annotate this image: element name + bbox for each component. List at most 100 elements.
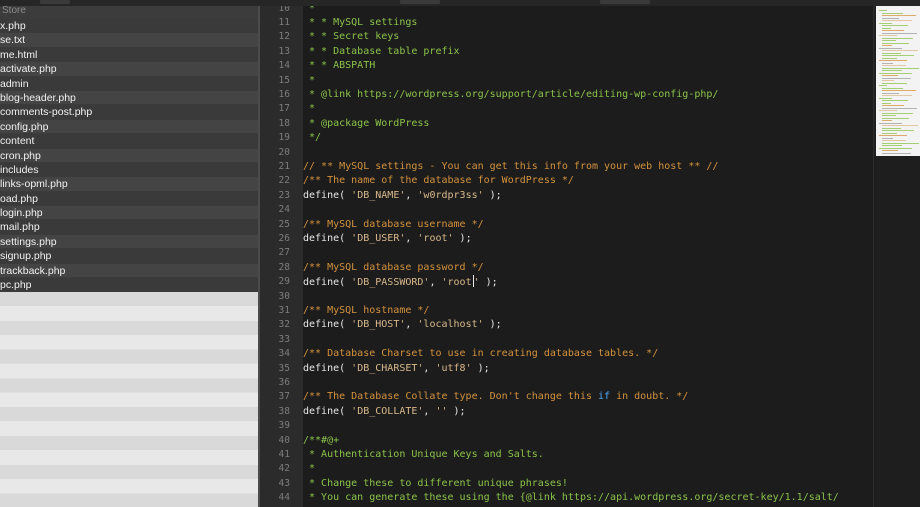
minimap[interactable] xyxy=(873,0,920,507)
code-token: ); xyxy=(471,362,490,374)
line-number: 34 xyxy=(278,348,290,360)
code-line[interactable]: * xyxy=(303,74,315,88)
file-item[interactable]: activate.php xyxy=(0,62,258,77)
file-item[interactable]: login.php xyxy=(0,206,258,221)
file-item[interactable]: comments-post.php xyxy=(0,105,258,120)
line-number: 43 xyxy=(278,477,290,489)
code-line[interactable]: define( 'DB_USER', 'root' ); xyxy=(303,232,472,246)
line-number: 24 xyxy=(278,204,290,216)
code-line[interactable]: * @link https://wordpress.org/support/ar… xyxy=(303,88,718,102)
file-item[interactable]: content xyxy=(0,134,258,149)
tab-indicator[interactable] xyxy=(40,0,70,4)
code-line[interactable]: /** MySQL hostname */ xyxy=(303,304,429,318)
code-line[interactable]: /**#@+ xyxy=(303,434,339,448)
file-item[interactable]: x.php xyxy=(0,19,258,34)
code-token: * * MySQL settings xyxy=(303,16,418,28)
file-item[interactable]: mail.php xyxy=(0,220,258,235)
code-line[interactable]: * * Secret keys xyxy=(303,30,399,44)
file-item[interactable]: me.html xyxy=(0,47,258,63)
minimap-line xyxy=(882,140,906,141)
code-token: /** MySQL database password */ xyxy=(303,261,484,273)
code-token: * You can generate these using the {@lin… xyxy=(303,492,839,504)
code-token: , xyxy=(405,319,418,331)
minimap-line xyxy=(879,35,897,36)
minimap-line xyxy=(882,132,897,134)
minimap-line xyxy=(882,25,908,26)
minimap-line xyxy=(882,105,904,106)
minimap-line xyxy=(882,130,914,131)
code-token: 'DB_HOST' xyxy=(351,319,406,331)
line-number: 29 xyxy=(278,276,290,288)
line-number: 12 xyxy=(278,31,290,43)
code-line[interactable]: define( 'DB_NAME', 'w0rdpr3ss' ); xyxy=(303,189,502,203)
minimap-line xyxy=(882,42,909,44)
code-line[interactable]: /** The Database Collate type. Don't cha… xyxy=(303,390,688,404)
tab-bar xyxy=(0,0,920,6)
code-line[interactable]: define( 'DB_PASSWORD', 'root ' ); xyxy=(303,275,498,289)
code-line[interactable]: // ** MySQL settings - You can get this … xyxy=(303,160,718,174)
code-line[interactable]: /** MySQL database password */ xyxy=(303,261,484,275)
code-editor[interactable]: * * * MySQL settings * * Secret keys * *… xyxy=(303,0,873,507)
line-number: 44 xyxy=(278,492,290,504)
code-line[interactable]: * xyxy=(303,462,315,476)
code-line[interactable]: * xyxy=(303,102,315,116)
line-number: 31 xyxy=(278,304,290,316)
code-token: /** MySQL database username */ xyxy=(303,218,484,230)
file-item[interactable]: signup.php xyxy=(0,249,258,264)
file-item[interactable]: oad.php xyxy=(0,191,258,207)
file-item[interactable]: admin xyxy=(0,76,258,91)
file-item[interactable]: includes xyxy=(0,162,258,178)
code-line[interactable]: * * ABSPATH xyxy=(303,59,375,73)
line-number: 36 xyxy=(278,376,290,388)
code-line[interactable]: * * Database table prefix xyxy=(303,45,460,59)
line-number: 32 xyxy=(278,319,290,331)
code-token: in doubt. */ xyxy=(610,391,689,403)
minimap-line xyxy=(882,125,918,126)
file-item[interactable]: se.txt xyxy=(0,33,258,48)
line-number: 26 xyxy=(278,232,290,244)
code-token: , xyxy=(405,232,418,244)
file-item[interactable]: config.php xyxy=(0,119,258,135)
line-number: 16 xyxy=(278,88,290,100)
file-item[interactable]: blog-header.php xyxy=(0,90,258,106)
minimap-line xyxy=(879,60,907,61)
line-number: 19 xyxy=(278,132,290,144)
minimap-line xyxy=(882,32,917,34)
code-line[interactable]: * You can generate these using the {@lin… xyxy=(303,491,839,505)
code-token: * Change these to different unique phras… xyxy=(303,477,568,489)
file-item[interactable]: trackback.php xyxy=(0,263,258,279)
minimap-line xyxy=(879,72,912,74)
code-token: ); xyxy=(447,405,466,417)
code-line[interactable]: /** Database Charset to use in creating … xyxy=(303,347,658,361)
line-number: 38 xyxy=(278,405,290,417)
code-line[interactable]: * @package WordPress xyxy=(303,117,429,131)
minimap-line xyxy=(882,40,896,41)
minimap-line xyxy=(882,30,904,31)
file-item[interactable]: links-opml.php xyxy=(0,177,258,192)
tab-indicator[interactable] xyxy=(400,0,440,4)
code-token: 'w0rdpr3ss' xyxy=(417,189,484,201)
code-line[interactable]: /** MySQL database username */ xyxy=(303,218,484,232)
code-line[interactable]: /** The name of the database for WordPre… xyxy=(303,174,574,188)
line-number: 28 xyxy=(278,261,290,273)
minimap-line xyxy=(882,120,892,121)
code-token: define( xyxy=(303,362,352,374)
file-item[interactable]: pc.php xyxy=(0,278,258,293)
code-token: , xyxy=(429,277,442,289)
file-item[interactable]: settings.php xyxy=(0,234,258,250)
code-line[interactable]: define( 'DB_CHARSET', 'utf8' ); xyxy=(303,362,490,376)
file-item[interactable]: cron.php xyxy=(0,148,258,163)
code-line[interactable]: define( 'DB_HOST', 'localhost' ); xyxy=(303,318,502,332)
minimap-line xyxy=(882,57,897,59)
minimap-line xyxy=(882,95,912,96)
code-line[interactable]: * Change these to different unique phras… xyxy=(303,477,568,491)
minimap-line xyxy=(879,85,887,86)
code-token: define( xyxy=(303,405,352,417)
tab-indicator[interactable] xyxy=(600,0,650,4)
code-token: define( xyxy=(303,277,352,289)
minimap-viewport[interactable] xyxy=(876,6,920,156)
code-line[interactable]: * Authentication Unique Keys and Salts. xyxy=(303,448,544,462)
code-line[interactable]: define( 'DB_COLLATE', '' ); xyxy=(303,405,466,419)
code-line[interactable]: */ xyxy=(303,131,321,145)
code-line[interactable]: * * MySQL settings xyxy=(303,16,417,30)
